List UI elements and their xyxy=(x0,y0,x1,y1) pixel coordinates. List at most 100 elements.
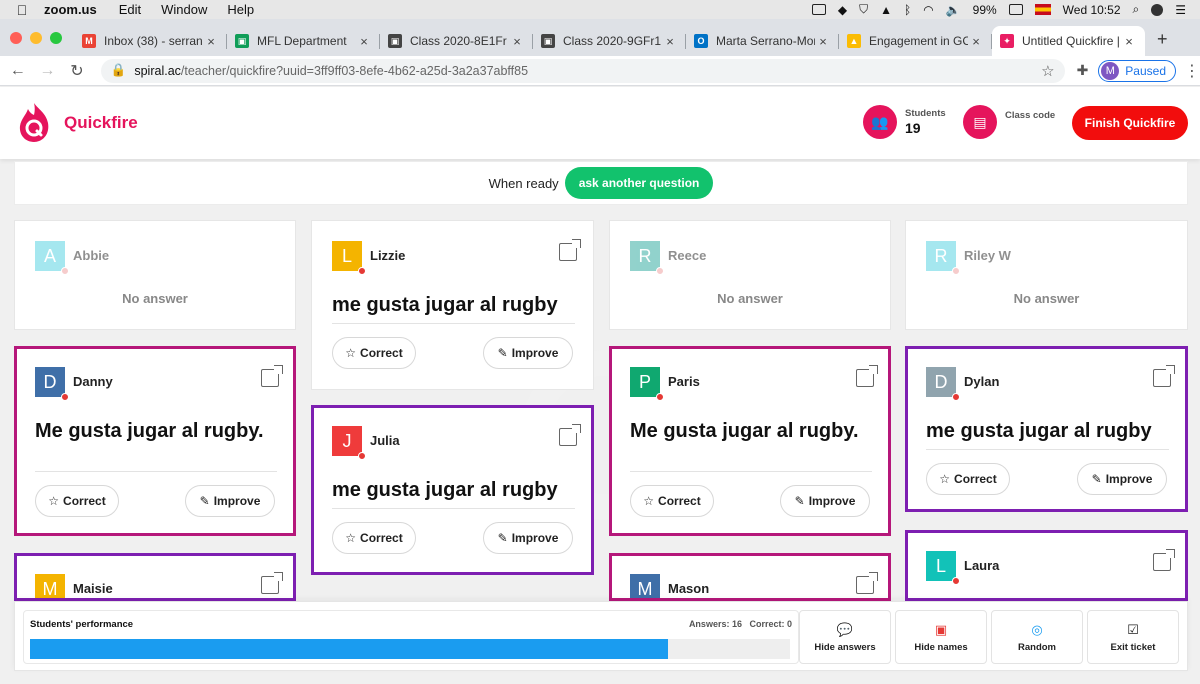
finish-quickfire-button[interactable]: Finish Quickfire xyxy=(1072,106,1188,140)
lock-icon[interactable]: 🔒 xyxy=(111,63,127,78)
tab-favicon-icon: ▣ xyxy=(541,34,555,48)
student-avatar: R xyxy=(630,241,664,275)
volume-icon[interactable]: 🔈 xyxy=(946,3,961,17)
control-center-icon[interactable]: ☰ xyxy=(1175,3,1186,17)
close-tab-icon[interactable]: × xyxy=(968,34,984,49)
correct-button[interactable]: ☆ Correct xyxy=(926,463,1010,495)
menu-app-name[interactable]: zoom.us xyxy=(44,2,97,17)
students-count[interactable]: 👥 Students 19 xyxy=(863,105,946,139)
browser-tab[interactable]: ▲ Engagement in GC 2× xyxy=(839,26,992,56)
bookmark-star-icon[interactable]: ☆ xyxy=(1041,62,1054,80)
forward-icon[interactable]: → xyxy=(36,62,60,80)
random-button[interactable]: ◎ Random xyxy=(991,610,1083,664)
wifi-icon[interactable]: ◠ xyxy=(923,3,933,17)
menu-edit[interactable]: Edit xyxy=(119,2,141,17)
browser-tab[interactable]: O Marta Serrano-More × xyxy=(686,26,839,56)
status-dot xyxy=(358,452,366,460)
student-card[interactable]: M Mason xyxy=(609,553,891,601)
student-avatar: L xyxy=(332,241,366,275)
student-card[interactable]: P Paris Me gusta jugar al rugby. ☆ Correct ✎ I… xyxy=(609,346,891,536)
class-code[interactable]: ▤ Class code xyxy=(963,105,1055,139)
reload-icon[interactable]: ↻ xyxy=(65,61,89,81)
bluetooth-icon[interactable]: ᛒ xyxy=(904,3,911,17)
open-external-icon[interactable] xyxy=(559,424,581,446)
student-card[interactable]: D Danny Me gusta jugar al rugby. ☆ Correct ✎ I… xyxy=(14,346,296,536)
hide-answers-button[interactable]: 💬 Hide answers xyxy=(799,610,891,664)
close-tab-icon[interactable]: × xyxy=(662,34,678,49)
star-icon: ☆ xyxy=(939,472,951,486)
dropbox-icon[interactable]: ◆ xyxy=(838,3,847,17)
close-tab-icon[interactable]: × xyxy=(203,34,219,49)
student-card[interactable]: L Laura xyxy=(905,530,1188,601)
spanish-flag-icon[interactable] xyxy=(1034,4,1051,15)
correct-button[interactable]: ☆ Correct xyxy=(630,485,714,517)
open-external-icon[interactable] xyxy=(261,365,283,387)
improve-button[interactable]: ✎ Improve xyxy=(780,485,870,517)
student-avatar: A xyxy=(35,241,69,275)
progress-track xyxy=(30,639,790,659)
close-tab-icon[interactable]: × xyxy=(356,34,372,49)
open-external-icon[interactable] xyxy=(856,572,878,594)
extensions-puzzle-icon[interactable]: ✚ xyxy=(1077,62,1089,79)
zoom-icon[interactable] xyxy=(811,4,826,15)
hide-names-button[interactable]: ▣ Hide names xyxy=(895,610,987,664)
correct-label: Correct xyxy=(360,531,403,545)
open-external-icon[interactable] xyxy=(1153,365,1175,387)
student-name: Mason xyxy=(668,581,710,596)
student-name: Laura xyxy=(964,558,1000,573)
improve-button[interactable]: ✎ Improve xyxy=(185,485,275,517)
close-tab-icon[interactable]: × xyxy=(509,34,525,49)
more-menu-icon[interactable]: ⋮ xyxy=(1184,61,1200,81)
new-tab-icon[interactable]: + xyxy=(1145,29,1168,56)
spotlight-icon[interactable]: ⌕ xyxy=(1133,2,1140,17)
menu-help[interactable]: Help xyxy=(227,2,254,17)
student-card[interactable]: J Julia me gusta jugar al rugby ☆ Correct ✎ Im… xyxy=(311,405,594,575)
improve-button[interactable]: ✎ Improve xyxy=(483,337,573,369)
open-external-icon[interactable] xyxy=(856,365,878,387)
menu-window[interactable]: Window xyxy=(161,2,207,17)
menu-clock[interactable]: Wed 10:52 xyxy=(1063,3,1121,17)
browser-tab[interactable]: ✦ Untitled Quickfire | S × xyxy=(992,26,1145,56)
status-dot xyxy=(61,393,69,401)
ask-another-question-button[interactable]: ask another question xyxy=(564,167,714,199)
apple-icon[interactable]:  xyxy=(0,2,44,18)
student-card[interactable]: R Riley W No answer xyxy=(905,220,1188,330)
pencil-icon: ✎ xyxy=(497,531,508,545)
student-card[interactable]: M Maisie xyxy=(14,553,296,601)
student-card[interactable]: A Abbie No answer xyxy=(14,220,296,330)
correct-button[interactable]: ☆ Correct xyxy=(35,485,119,517)
improve-button[interactable]: ✎ Improve xyxy=(483,522,573,554)
correct-button[interactable]: ☆ Correct xyxy=(332,522,416,554)
address-bar-row: ← → ↻ 🔒 spiral.ac /teacher/quickfire?uui… xyxy=(0,56,1200,86)
status-dot xyxy=(952,577,960,585)
student-card[interactable]: R Reece No answer xyxy=(609,220,891,330)
status-dot xyxy=(61,267,69,275)
back-icon[interactable]: ← xyxy=(6,62,30,80)
profile-button[interactable]: M Paused xyxy=(1098,59,1176,82)
student-card[interactable]: L Lizzie me gusta jugar al rugby ☆ Correct ✎ I… xyxy=(311,220,594,390)
maximize-window-icon[interactable] xyxy=(50,32,62,44)
tab-title: MFL Department xyxy=(257,34,347,48)
shield-icon[interactable]: ⛉ xyxy=(859,2,868,17)
brand-name[interactable]: Quickfire xyxy=(64,113,138,133)
student-card[interactable]: D Dylan me gusta jugar al rugby ☆ Correct ✎ Im… xyxy=(905,346,1188,512)
open-external-icon[interactable] xyxy=(261,572,283,594)
minimize-window-icon[interactable] xyxy=(30,32,42,44)
drive-icon[interactable]: ▲ xyxy=(880,3,892,17)
battery-icon[interactable] xyxy=(1008,4,1023,15)
url-field[interactable]: 🔒 spiral.ac /teacher/quickfire?uuid=3ff9… xyxy=(100,58,1065,83)
improve-button[interactable]: ✎ Improve xyxy=(1077,463,1167,495)
open-external-icon[interactable] xyxy=(559,239,581,261)
close-tab-icon[interactable]: × xyxy=(1121,34,1137,49)
close-tab-icon[interactable]: × xyxy=(815,34,831,49)
correct-button[interactable]: ☆ Correct xyxy=(332,337,416,369)
improve-label: Improve xyxy=(808,494,856,508)
exit-ticket-button[interactable]: ☑ Exit ticket xyxy=(1087,610,1179,664)
browser-tab[interactable]: ▣ Class 2020-9GFr1 × xyxy=(533,26,686,56)
close-window-icon[interactable] xyxy=(10,32,22,44)
open-external-icon[interactable] xyxy=(1153,549,1175,571)
browser-tab[interactable]: ▣ MFL Department × xyxy=(227,26,380,56)
siri-icon[interactable] xyxy=(1151,3,1164,16)
browser-tab[interactable]: ▣ Class 2020-8E1Fr × xyxy=(380,26,533,56)
browser-tab[interactable]: M Inbox (38) - serrano × xyxy=(74,26,227,56)
